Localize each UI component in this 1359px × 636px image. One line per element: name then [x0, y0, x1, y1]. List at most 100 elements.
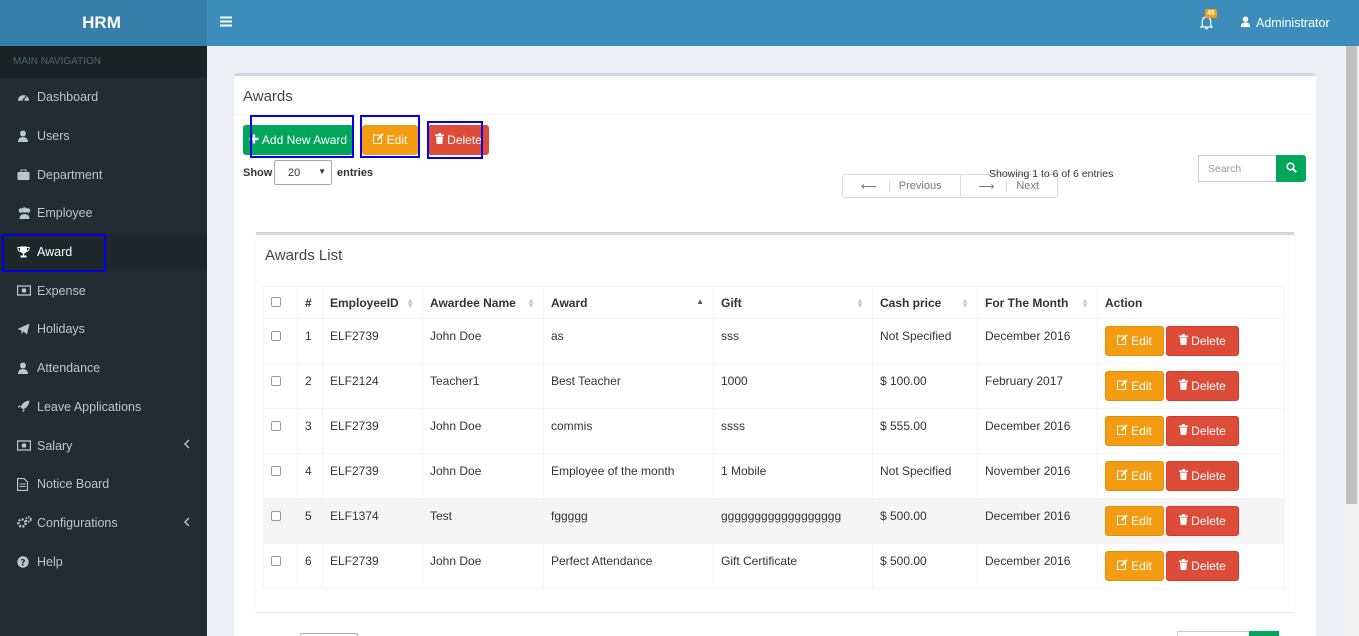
- page-size-select[interactable]: 20 ▼: [274, 160, 332, 185]
- cash-price-cell: $ 555.00: [872, 408, 978, 454]
- sidebar-item-salary[interactable]: Salary: [0, 426, 207, 465]
- award-cell: as: [543, 318, 714, 364]
- column-header-for-the-month[interactable]: For The Month ▲ ▼: [977, 286, 1098, 319]
- row-number: 2: [297, 363, 323, 409]
- previous-button[interactable]: ⟵ Previous: [843, 175, 960, 197]
- sidebar-item-help[interactable]: ? Help: [0, 542, 207, 581]
- employee-id-cell: ELF2739: [322, 453, 423, 499]
- employee-id-cell: ELF1374: [322, 498, 423, 544]
- row-edit-button[interactable]: Edit: [1105, 461, 1164, 491]
- file-icon: [17, 477, 37, 491]
- sidebar-item-employee[interactable]: Employee: [0, 194, 207, 233]
- app-logo[interactable]: HRM: [0, 0, 207, 46]
- bell-icon[interactable]: [1199, 16, 1214, 33]
- table-row[interactable]: 6 ELF2739 John Doe Perfect Attendance Gift C…: [263, 543, 1285, 589]
- column-header-award[interactable]: Award ▲: [543, 286, 714, 319]
- row-edit-button[interactable]: Edit: [1105, 551, 1164, 581]
- column-header-number[interactable]: #: [297, 286, 323, 319]
- row-delete-button[interactable]: Delete: [1166, 461, 1239, 491]
- select-all-checkbox[interactable]: [271, 297, 281, 307]
- dashboard-icon: [17, 91, 37, 103]
- column-header-awardee-name[interactable]: Awardee Name ▲ ▼: [422, 286, 544, 319]
- show-label: Show: [243, 167, 273, 179]
- table-row[interactable]: 4 ELF2739 John Doe Employee of the month 1 M…: [263, 453, 1285, 499]
- sidebar-item-attendance[interactable]: Attendance: [0, 349, 207, 388]
- chevron-left-icon: [184, 438, 190, 452]
- table-row[interactable]: 2 ELF2124 Teacher1 Best Teacher 1000 $ 100.00…: [263, 363, 1285, 409]
- column-label: For The Month: [985, 295, 1069, 310]
- users-icon: [17, 207, 37, 220]
- column-header-cash-price[interactable]: Cash price ▲ ▼: [872, 286, 978, 319]
- row-delete-label: Delete: [1191, 379, 1226, 393]
- column-label: Awardee Name: [430, 295, 516, 310]
- gift-cell: ssss: [713, 408, 873, 454]
- sidebar-item-notice-board[interactable]: Notice Board: [0, 465, 207, 504]
- user-icon: [17, 362, 37, 375]
- employee-id-cell: ELF2739: [322, 543, 423, 589]
- awards-table: # EmployeeID ▲ ▼ Awardee Name ▲ ▼ Award ▲ Gif…: [263, 286, 1285, 589]
- trash-icon: [1179, 469, 1189, 483]
- notification-badge: 45: [1205, 9, 1217, 18]
- gift-cell: 1 Mobile: [713, 453, 873, 499]
- action-cell: Edit Delete: [1097, 408, 1285, 454]
- edit-icon: [1117, 514, 1128, 528]
- row-checkbox[interactable]: [271, 376, 281, 386]
- row-checkbox[interactable]: [271, 421, 281, 431]
- menu-toggle-icon[interactable]: [220, 16, 232, 30]
- cash-price-cell: $ 500.00: [872, 498, 978, 544]
- row-checkbox[interactable]: [271, 511, 281, 521]
- row-delete-label: Delete: [1191, 334, 1226, 348]
- row-checkbox[interactable]: [271, 331, 281, 341]
- row-delete-button[interactable]: Delete: [1166, 371, 1239, 401]
- table-row[interactable]: 5 ELF1374 Test fggggg gggggggggggggggggg $ 50…: [263, 498, 1285, 544]
- sidebar-item-configurations[interactable]: Configurations: [0, 504, 207, 543]
- column-header-action: Action: [1097, 286, 1285, 319]
- awardee-name-cell: John Doe: [422, 318, 544, 364]
- scrollbar-thumb[interactable]: [1346, 46, 1357, 504]
- sidebar-item-award[interactable]: Award: [0, 232, 207, 272]
- month-cell: December 2016: [977, 498, 1098, 544]
- sidebar-item-dashboard[interactable]: Dashboard: [0, 78, 207, 117]
- row-delete-button[interactable]: Delete: [1166, 416, 1239, 446]
- row-delete-button[interactable]: Delete: [1166, 551, 1239, 581]
- column-header-employee-id[interactable]: EmployeeID ▲ ▼: [322, 286, 423, 319]
- month-cell: February 2017: [977, 363, 1098, 409]
- row-delete-button[interactable]: Delete: [1166, 506, 1239, 536]
- sidebar-item-label: Department: [37, 167, 103, 182]
- bottom-search-input[interactable]: [1177, 631, 1250, 636]
- select-all-cell: [263, 286, 298, 319]
- table-row[interactable]: 1 ELF2739 John Doe as sss Not Specified Decemb…: [263, 318, 1285, 364]
- row-edit-button[interactable]: Edit: [1105, 506, 1164, 536]
- row-edit-button[interactable]: Edit: [1105, 416, 1164, 446]
- awardee-name-cell: John Doe: [422, 408, 544, 454]
- sidebar-item-users[interactable]: Users: [0, 117, 207, 156]
- table-row[interactable]: 3 ELF2739 John Doe commis ssss $ 555.00 Decemb…: [263, 408, 1285, 454]
- highlight-box: [250, 115, 354, 158]
- column-header-gift[interactable]: Gift ▲ ▼: [713, 286, 873, 319]
- gift-cell: sss: [713, 318, 873, 364]
- user-menu[interactable]: Administrator: [1240, 16, 1330, 30]
- column-label: Gift: [721, 295, 742, 310]
- sidebar-item-expense[interactable]: Expense: [0, 271, 207, 310]
- row-edit-button[interactable]: Edit: [1105, 371, 1164, 401]
- row-delete-button[interactable]: Delete: [1166, 326, 1239, 356]
- search-input[interactable]: Search: [1198, 155, 1277, 182]
- search-button[interactable]: [1276, 155, 1306, 182]
- question-circle-icon: ?: [17, 555, 37, 568]
- sort-icon: ▲ ▼: [961, 296, 969, 310]
- page-size-value: 20: [288, 167, 301, 179]
- row-edit-button[interactable]: Edit: [1105, 326, 1164, 356]
- bottom-search-button[interactable]: [1249, 631, 1279, 636]
- sidebar-item-holidays[interactable]: Holidays: [0, 310, 207, 349]
- row-checkbox[interactable]: [271, 556, 281, 566]
- row-select-cell: [263, 408, 298, 454]
- sidebar-item-department[interactable]: Department: [0, 155, 207, 194]
- highlight-box: [427, 121, 483, 159]
- action-cell: Edit Delete: [1097, 498, 1285, 544]
- sidebar-item-leave-applications[interactable]: Leave Applications: [0, 388, 207, 427]
- showing-entries-text: Showing 1 to 6 of 6 entries: [989, 168, 1114, 180]
- vertical-scrollbar[interactable]: [1344, 46, 1359, 636]
- sidebar-item-label: Employee: [37, 206, 93, 221]
- briefcase-icon: [17, 169, 37, 181]
- row-checkbox[interactable]: [271, 466, 281, 476]
